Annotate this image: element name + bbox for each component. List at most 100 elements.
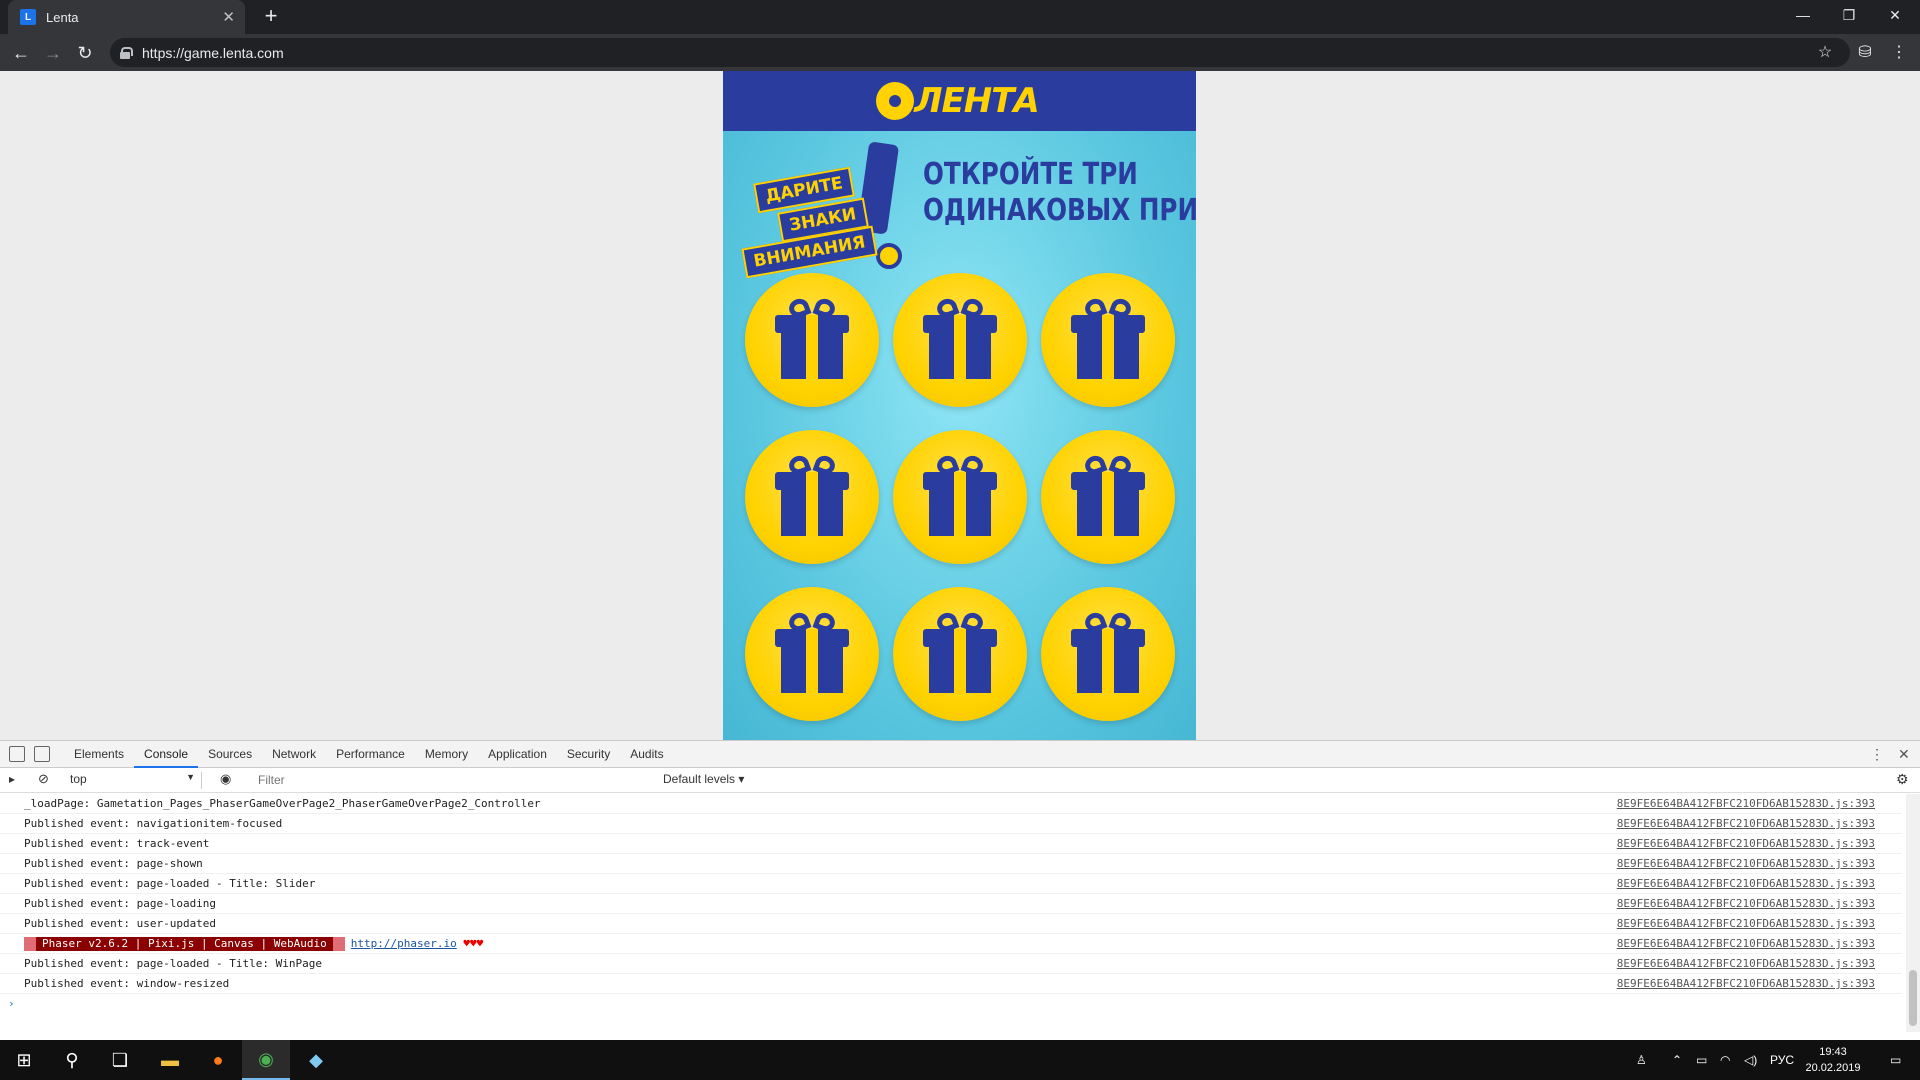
- scrollbar-thumb[interactable]: [1909, 970, 1917, 1026]
- clock-date: 20.02.2019: [1805, 1062, 1861, 1074]
- log-source-link[interactable]: 8E9FE6E64BA412FBFC210FD6AB15283D.js:393: [1617, 894, 1875, 914]
- log-levels-dropdown[interactable]: Default levels ▾: [663, 772, 744, 786]
- extension-icon[interactable]: ⛁: [1852, 40, 1878, 66]
- prize-circle[interactable]: [1041, 430, 1175, 564]
- log-source-link[interactable]: 8E9FE6E64BA412FBFC210FD6AB15283D.js:393: [1617, 794, 1875, 814]
- game-canvas[interactable]: ЛЕНТА ДАРИТЕ ЗНАКИ ВНИМАНИЯ ОТКРОЙТЕ ТРИ…: [723, 71, 1196, 740]
- chevron-down-icon: ▼: [186, 772, 195, 782]
- bookmark-star-icon[interactable]: ☆: [1812, 40, 1838, 66]
- console-log-row: Published event: navigationitem-focused 8…: [0, 814, 1902, 834]
- console-log-row: Published event: user-updated 8E9FE6E64BA…: [0, 914, 1902, 934]
- log-source-link[interactable]: 8E9FE6E64BA412FBFC210FD6AB15283D.js:393: [1617, 854, 1875, 874]
- devtools-close-icon[interactable]: ✕: [1898, 746, 1910, 763]
- prize-circle[interactable]: [745, 430, 879, 564]
- game-headline: ОТКРОЙТЕ ТРИ ОДИНАКОВЫХ ПРИЗА!: [923, 157, 1196, 229]
- phaser-link[interactable]: http://phaser.io: [351, 937, 457, 950]
- people-icon[interactable]: ♙: [1636, 1040, 1647, 1080]
- log-source-link[interactable]: 8E9FE6E64BA412FBFC210FD6AB15283D.js:393: [1617, 974, 1875, 994]
- devtools-menu-icon[interactable]: ⋮: [1870, 746, 1884, 763]
- console-prompt[interactable]: ›: [0, 994, 1902, 1014]
- log-source-link[interactable]: 8E9FE6E64BA412FBFC210FD6AB15283D.js:393: [1617, 814, 1875, 834]
- gift-icon: [775, 453, 849, 538]
- file-explorer-icon[interactable]: ▬: [146, 1040, 194, 1080]
- log-source-link[interactable]: 8E9FE6E64BA412FBFC210FD6AB15283D.js:393: [1617, 934, 1875, 954]
- wifi-icon[interactable]: ◠: [1720, 1040, 1730, 1080]
- log-source-link[interactable]: 8E9FE6E64BA412FBFC210FD6AB15283D.js:393: [1617, 954, 1875, 974]
- log-text: Published event: page-loaded - Title: Sl…: [24, 877, 316, 890]
- prize-circle[interactable]: [893, 587, 1027, 721]
- context-selector[interactable]: top ▼: [70, 772, 202, 789]
- firefox-icon[interactable]: ●: [194, 1040, 242, 1080]
- search-icon[interactable]: ⚲: [48, 1040, 96, 1080]
- prize-circle[interactable]: [745, 273, 879, 407]
- prize-circle[interactable]: [893, 273, 1027, 407]
- volume-icon[interactable]: ◁): [1744, 1040, 1757, 1080]
- tray-chevron-icon[interactable]: ⌃: [1672, 1040, 1682, 1080]
- tab-memory[interactable]: Memory: [415, 741, 478, 768]
- console-scrollbar[interactable]: [1906, 794, 1920, 1032]
- prize-grid: [745, 273, 1175, 721]
- restore-icon[interactable]: ❐: [1826, 0, 1872, 30]
- sidebar-toggle-icon[interactable]: ▸: [9, 772, 15, 786]
- menu-icon[interactable]: ⋮: [1886, 40, 1912, 66]
- url-text: https://game.lenta.com: [142, 44, 284, 61]
- app-icon[interactable]: ◆: [292, 1040, 340, 1080]
- exclamation-dot-icon: [876, 243, 902, 269]
- tab-sources[interactable]: Sources: [198, 741, 262, 768]
- clear-console-icon[interactable]: ⊘: [38, 771, 49, 787]
- eye-icon[interactable]: ◉: [220, 771, 231, 787]
- console-log-row: Published event: page-loading 8E9FE6E64BA…: [0, 894, 1902, 914]
- tab-elements[interactable]: Elements: [64, 741, 134, 768]
- gift-icon: [923, 453, 997, 538]
- gift-icon: [1071, 296, 1145, 381]
- minimize-icon[interactable]: —: [1780, 0, 1826, 30]
- tab-audits[interactable]: Audits: [620, 741, 673, 768]
- promo-badge: ДАРИТЕ ЗНАКИ ВНИМАНИЯ: [741, 141, 913, 279]
- console-filter-input[interactable]: [252, 771, 656, 789]
- gift-icon: [775, 610, 849, 695]
- console-settings-icon[interactable]: ⚙: [1896, 771, 1909, 788]
- task-view-icon[interactable]: ❏: [96, 1040, 144, 1080]
- window-close-icon[interactable]: ✕: [1872, 0, 1918, 30]
- browser-toolbar: ← → ↻ https://game.lenta.com ☆ ⛁ ⋮: [0, 34, 1920, 71]
- new-tab-button[interactable]: +: [259, 5, 283, 29]
- tab-title: Lenta: [46, 9, 79, 25]
- hearts-icon: ♥♥♥: [463, 937, 484, 950]
- device-toolbar-icon[interactable]: [34, 746, 50, 762]
- log-text: Published event: navigationitem-focused: [24, 817, 283, 830]
- prize-circle[interactable]: [1041, 273, 1175, 407]
- prize-circle[interactable]: [893, 430, 1027, 564]
- notification-icon[interactable]: ▭: [1890, 1040, 1901, 1080]
- gift-icon: [923, 296, 997, 381]
- battery-icon[interactable]: ▭: [1696, 1040, 1707, 1080]
- forward-icon[interactable]: →: [40, 40, 66, 66]
- reload-icon[interactable]: ↻: [72, 40, 98, 66]
- windows-taskbar: ⊞ ⚲ ❏ ▬ ● ◉ ◆ ♙ ⌃ ▭ ◠ ◁) РУС 19:43 20.02…: [0, 1040, 1920, 1080]
- browser-tab[interactable]: L Lenta ✕: [8, 0, 245, 34]
- prize-circle[interactable]: [745, 587, 879, 721]
- tab-security[interactable]: Security: [557, 741, 620, 768]
- log-text: Published event: page-shown: [24, 857, 203, 870]
- headline-line-2: ОДИНАКОВЫХ ПРИЗА!: [923, 193, 1196, 228]
- start-icon[interactable]: ⊞: [0, 1040, 48, 1080]
- prize-circle[interactable]: [1041, 587, 1175, 721]
- log-source-link[interactable]: 8E9FE6E64BA412FBFC210FD6AB15283D.js:393: [1617, 914, 1875, 934]
- console-log-row: _loadPage: Gametation_Pages_PhaserGameOv…: [0, 794, 1902, 814]
- log-source-link[interactable]: 8E9FE6E64BA412FBFC210FD6AB15283D.js:393: [1617, 834, 1875, 854]
- clock[interactable]: 19:43 20.02.2019: [1798, 1044, 1868, 1076]
- language-indicator[interactable]: РУС: [1770, 1040, 1794, 1080]
- tab-application[interactable]: Application: [478, 741, 557, 768]
- address-bar[interactable]: https://game.lenta.com: [110, 38, 1850, 67]
- phaser-banner-row: Phaser v2.6.2 | Pixi.js | Canvas | WebAu…: [0, 934, 1902, 954]
- devtools-panel: Elements Console Sources Network Perform…: [0, 740, 1920, 1040]
- context-value: top: [70, 772, 87, 786]
- console-log-row: Published event: page-loaded - Title: Sl…: [0, 874, 1902, 894]
- chrome-icon[interactable]: ◉: [242, 1040, 290, 1080]
- log-source-link[interactable]: 8E9FE6E64BA412FBFC210FD6AB15283D.js:393: [1617, 874, 1875, 894]
- back-icon[interactable]: ←: [8, 40, 34, 66]
- tab-network[interactable]: Network: [262, 741, 326, 768]
- tab-console[interactable]: Console: [134, 741, 199, 768]
- tab-close-icon[interactable]: ✕: [222, 8, 235, 26]
- inspect-element-icon[interactable]: [9, 746, 25, 762]
- tab-performance[interactable]: Performance: [326, 741, 415, 768]
